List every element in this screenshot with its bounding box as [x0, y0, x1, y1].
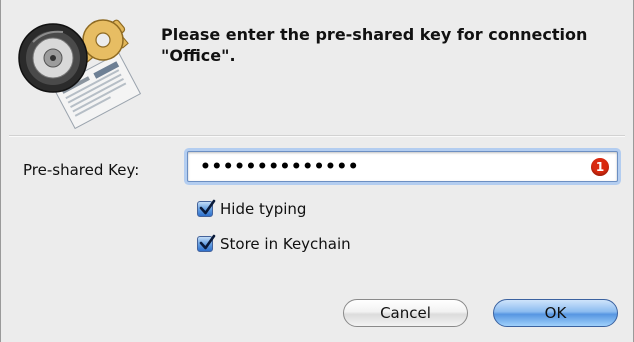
store-keychain-label: Store in Keychain — [220, 235, 351, 253]
hide-typing-label: Hide typing — [220, 200, 307, 218]
store-keychain-checkbox[interactable] — [197, 234, 216, 252]
cancel-button[interactable]: Cancel — [343, 299, 468, 327]
checkmark-icon — [199, 234, 216, 250]
dialog-prompt: Please enter the pre-shared key for conn… — [161, 25, 588, 65]
checkmark-icon — [199, 199, 216, 215]
dialog-window: Please enter the pre-shared key for conn… — [0, 0, 634, 342]
pre-shared-key-input[interactable]: •••••••••••••• 1 — [187, 151, 618, 182]
pre-shared-key-value: •••••••••••••• — [200, 157, 360, 177]
separator — [9, 135, 625, 136]
alert-badge: 1 — [591, 158, 609, 176]
pre-shared-key-label: Pre-shared Key: — [23, 161, 140, 179]
ok-button[interactable]: OK — [493, 299, 618, 327]
hide-typing-checkbox[interactable] — [197, 199, 216, 217]
keychain-access-icon — [17, 8, 149, 132]
